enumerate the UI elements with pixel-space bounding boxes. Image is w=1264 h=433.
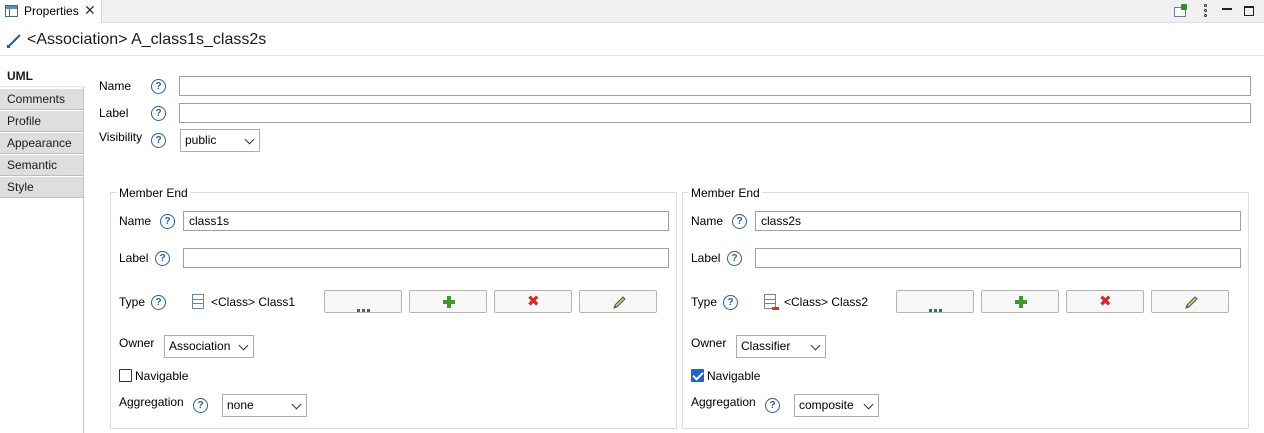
member-end-1-navigable-label: Navigable [135, 369, 189, 383]
member-end-2-edit-button[interactable] [1151, 290, 1229, 313]
view-menu-icon[interactable] [1198, 3, 1214, 19]
member-end-1-aggregation-value: none [227, 398, 254, 412]
tab-comments[interactable]: Comments [0, 89, 83, 110]
member-end-2-name-label: Name [691, 214, 724, 228]
label-help-icon[interactable]: ? [151, 106, 166, 121]
chevron-down-icon [238, 340, 249, 351]
member-end-2-browse-button[interactable] [896, 290, 974, 313]
plus-icon [443, 296, 455, 308]
member-end-1-aggregation-select[interactable]: none [222, 394, 307, 417]
properties-view-tab[interactable]: Properties ✕ [0, 0, 102, 23]
member-end-1-owner-select[interactable]: Association [164, 335, 254, 358]
class-icon [764, 294, 779, 310]
member-end-1-navigable-checkbox[interactable] [119, 369, 132, 382]
member-end-1-label-field[interactable] [183, 248, 669, 268]
pencil-icon [611, 295, 627, 311]
member-end-2-name-help-icon[interactable]: ? [732, 214, 747, 229]
member-end-2-remove-button[interactable]: ✖ [1066, 290, 1144, 313]
member-end-1-type-help-icon[interactable]: ? [151, 295, 166, 310]
member-end-title-1: Member End [117, 186, 190, 200]
property-sections: UML Comments Profile Appearance Semantic… [0, 66, 84, 433]
association-icon [7, 34, 21, 48]
member-end-1-type-value: <Class> Class1 [211, 295, 296, 309]
tab-semantic[interactable]: Semantic [0, 155, 83, 176]
chevron-down-icon [863, 399, 874, 410]
member-end-1-name-field[interactable]: class1s [183, 211, 669, 231]
name-label: Name [99, 79, 132, 93]
member-end-2-aggregation-select[interactable]: composite [794, 394, 879, 417]
member-end-2-type-value: <Class> Class2 [784, 295, 869, 309]
member-end-2-aggregation-label: Aggregation [691, 395, 756, 409]
close-icon[interactable]: ✕ [84, 2, 96, 18]
chevron-down-icon [244, 134, 255, 145]
member-end-2-owner-label: Owner [691, 336, 727, 350]
chevron-down-icon [291, 399, 302, 410]
member-end-title-2: Member End [689, 186, 762, 200]
member-end-2-type-help-icon[interactable]: ? [723, 295, 738, 310]
name-help-icon[interactable]: ? [151, 79, 166, 94]
visibility-select[interactable]: public [180, 129, 260, 152]
label-field[interactable] [179, 103, 1251, 123]
member-end-2-label-help-icon[interactable]: ? [727, 251, 742, 266]
plus-icon [1015, 296, 1027, 308]
pencil-icon [1183, 295, 1199, 311]
member-end-1-owner-label: Owner [119, 336, 155, 350]
properties-icon [5, 5, 18, 17]
tab-profile[interactable]: Profile [0, 111, 83, 132]
view-tab-bar: Properties ✕ [0, 0, 1264, 23]
maximize-icon[interactable] [1242, 3, 1258, 19]
pin-to-selection-icon[interactable] [1173, 3, 1189, 19]
tab-style[interactable]: Style [0, 177, 83, 198]
member-end-2-name-field[interactable]: class2s [755, 211, 1241, 231]
page-title: <Association> A_class1s_class2s [27, 31, 267, 48]
name-field[interactable] [179, 76, 1251, 96]
ellipsis-icon [929, 301, 944, 315]
member-end-1-aggregation-help-icon[interactable]: ? [193, 398, 208, 413]
member-end-2-owner-value: Classifier [741, 339, 791, 353]
minimize-icon[interactable] [1220, 3, 1236, 19]
class-icon [192, 294, 204, 309]
visibility-value: public [185, 133, 217, 147]
member-end-1-add-button[interactable] [409, 290, 487, 313]
member-end-2-navigable-label: Navigable [707, 369, 761, 383]
properties-tab-title: Properties [24, 4, 79, 18]
label-label: Label [99, 106, 129, 120]
properties-header: <Association> A_class1s_class2s [0, 24, 1264, 56]
tab-uml[interactable]: UML [0, 66, 84, 87]
member-end-2-label-label: Label [691, 251, 721, 265]
visibility-help-icon[interactable]: ? [151, 133, 166, 148]
member-end-2-navigable-checkbox[interactable] [691, 369, 704, 382]
chevron-down-icon [810, 340, 821, 351]
member-end-1-browse-button[interactable] [324, 290, 402, 313]
member-end-2-add-button[interactable] [981, 290, 1059, 313]
member-end-1-aggregation-label: Aggregation [119, 395, 184, 409]
member-end-1-type-label: Type [119, 295, 146, 309]
member-end-1-name-label: Name [119, 214, 152, 228]
member-end-2-owner-select[interactable]: Classifier [736, 335, 826, 358]
delete-icon: ✖ [1099, 293, 1112, 310]
member-end-1-label-help-icon[interactable]: ? [155, 251, 170, 266]
member-end-2-type-label: Type [691, 295, 718, 309]
member-end-1-owner-value: Association [169, 339, 231, 353]
member-end-1-remove-button[interactable]: ✖ [494, 290, 572, 313]
tab-appearance[interactable]: Appearance [0, 133, 83, 154]
member-end-1-edit-button[interactable] [579, 290, 657, 313]
delete-icon: ✖ [527, 293, 540, 310]
member-end-2-aggregation-value: composite [799, 398, 854, 412]
ellipsis-icon [357, 301, 372, 315]
member-end-1-label-label: Label [119, 251, 149, 265]
member-end-2-label-field[interactable] [755, 248, 1241, 268]
member-end-2-aggregation-help-icon[interactable]: ? [765, 398, 780, 413]
member-end-1-name-help-icon[interactable]: ? [160, 214, 175, 229]
visibility-label: Visibility [99, 130, 143, 144]
